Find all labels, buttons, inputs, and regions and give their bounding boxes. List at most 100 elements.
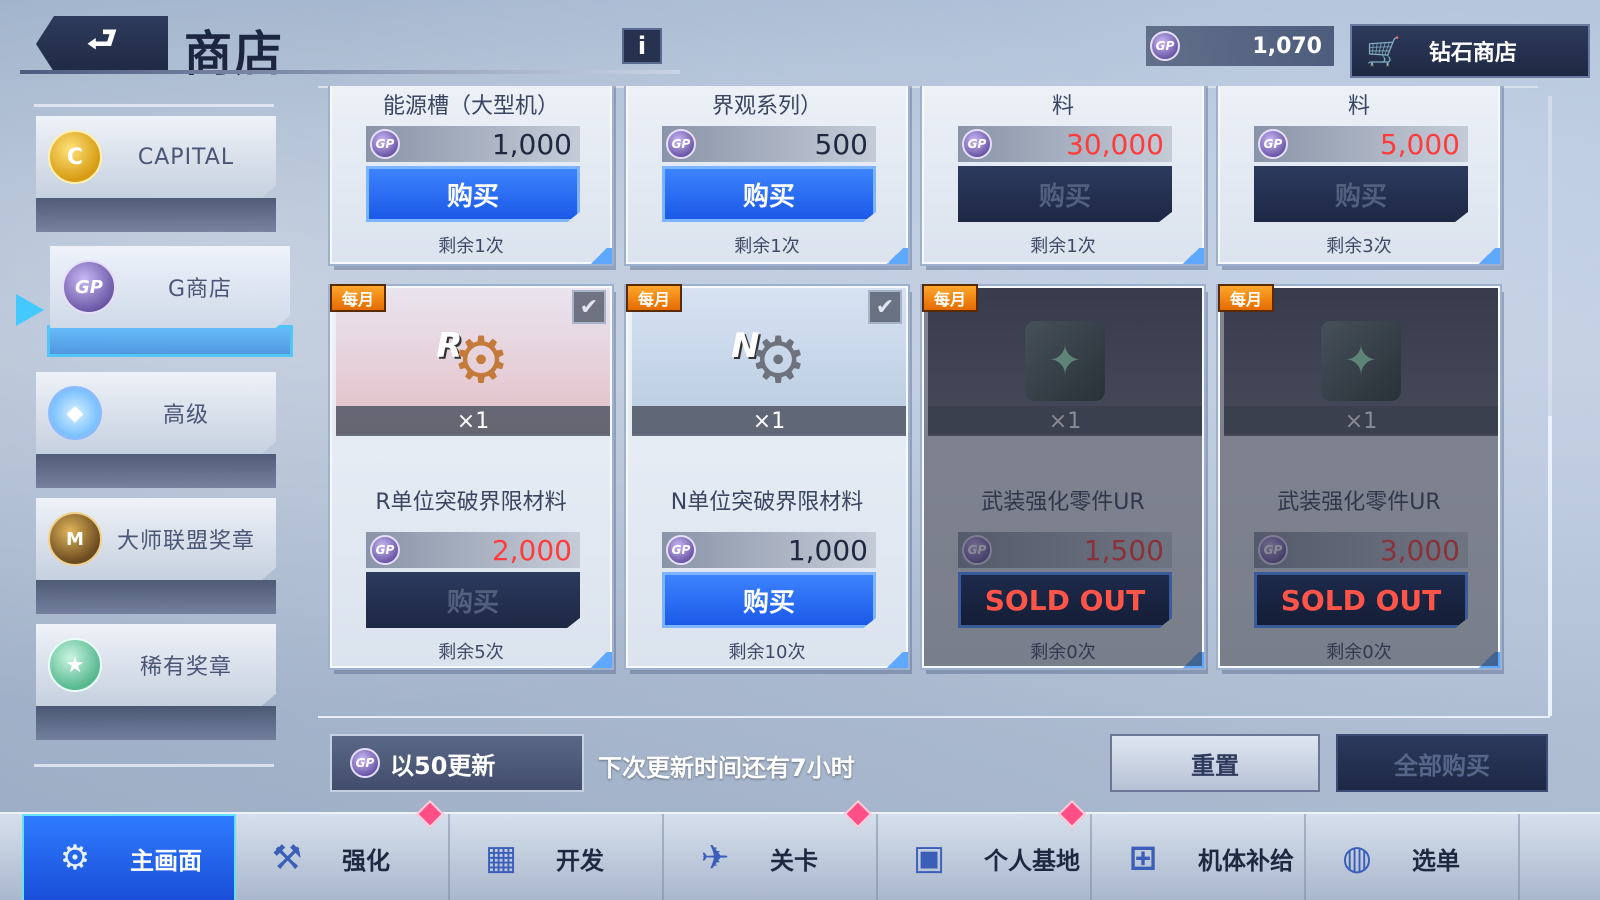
item-name: 料 [1347, 94, 1370, 119]
buy-button: 购买 [958, 166, 1172, 222]
sidebar-item-base [36, 580, 276, 614]
gp-coin-icon: GP [962, 129, 992, 159]
header: ⮐ 商店 i GP 1,070 🛒 钻石商店 [0, 0, 1600, 82]
nav-label: 开发 [556, 846, 604, 875]
card-corner-accent [1474, 652, 1500, 668]
select-checkbox[interactable]: ✔ [868, 290, 902, 324]
remaining-count: 剩余5次 [438, 642, 504, 663]
item-quantity: ×1 [928, 406, 1202, 436]
home-emblem-icon: ⚙ [59, 838, 91, 878]
buy-button[interactable]: 购买 [366, 166, 580, 222]
item-price: GP 2,000 [366, 532, 580, 568]
scrollbar-thumb[interactable] [1548, 416, 1552, 716]
gp-coin-icon: GP [1258, 129, 1288, 159]
sidebar-divider-top [34, 104, 274, 107]
sold-out-button: SOLD OUT [1254, 572, 1468, 628]
buy-button[interactable]: 购买 [662, 572, 876, 628]
supply-crate-icon: ⊞ [1128, 838, 1158, 878]
gear-icon: ⚙ [452, 324, 510, 398]
sidebar-item-base [36, 198, 276, 232]
price-value: 1,500 [1083, 533, 1164, 567]
card-corner-accent [882, 248, 908, 264]
menu-globe-icon: ◍ [1342, 838, 1372, 878]
nav-item-1[interactable]: ⚒ 强化 [236, 799, 450, 900]
shop-item-card: 界观系列） GP 500 购买 剩余1次 [626, 86, 908, 264]
base-building-icon: ▣ [912, 838, 946, 878]
nav-label: 主画面 [130, 846, 202, 875]
item-price: GP 1,000 [662, 532, 876, 568]
nav-item-2[interactable]: ▦ 开发 [450, 814, 664, 900]
card-corner-accent [586, 248, 612, 264]
buy-button: 购买 [366, 572, 580, 628]
info-button[interactable]: i [622, 28, 662, 64]
sidebar-item-4[interactable]: ★ 稀有奖章 [36, 624, 276, 740]
gp-coin-icon: GP [666, 535, 696, 565]
gear-icon: ⚙ [749, 324, 807, 398]
item-name: 武装强化零件UR [981, 490, 1145, 515]
gp-coin-icon: GP [62, 260, 116, 314]
currency-amount: 1,070 [1252, 33, 1322, 59]
nav-item-5[interactable]: ⊞ 机体补给 [1092, 814, 1306, 900]
capital-coin-icon: C [48, 130, 102, 184]
item-price: GP 1,500 [958, 532, 1172, 568]
gp-currency-display: GP 1,070 [1146, 26, 1334, 66]
gp-coin-icon: GP [1150, 31, 1180, 61]
gp-coin-icon: GP [1258, 535, 1288, 565]
card-corner-accent [1474, 248, 1500, 264]
sidebar-item-label: CAPITAL [137, 144, 235, 170]
sidebar-item-label: 大师联盟奖章 [116, 529, 255, 554]
buy-button[interactable]: 购买 [662, 166, 876, 222]
remaining-count: 剩余3次 [1326, 236, 1392, 257]
price-value: 1,000 [491, 127, 572, 161]
remaining-count: 剩余1次 [438, 236, 504, 257]
buy-all-button[interactable]: 全部购买 [1336, 734, 1548, 792]
sidebar-item-0[interactable]: C CAPITAL [36, 116, 276, 232]
sidebar-item-base [36, 454, 276, 488]
item-name: N单位突破界限材料 [670, 490, 864, 515]
item-price: GP 5,000 [1254, 126, 1468, 162]
controls-divider [318, 716, 1550, 718]
card-corner-accent [882, 652, 908, 668]
sidebar-item-base [47, 325, 293, 357]
remaining-count: 剩余1次 [1030, 236, 1096, 257]
shop-item-card: R ⚙ ×1 每月 ✔ R单位突破界限材料 GP 2,000 购买 剩余5次 [330, 284, 612, 668]
card-corner-accent [1178, 652, 1204, 668]
nav-label: 关卡 [770, 846, 818, 875]
sidebar-item-label: 稀有奖章 [139, 655, 232, 680]
nav-label: 选单 [1412, 846, 1460, 875]
item-price: GP 1,000 [366, 126, 580, 162]
grid-scrollbar[interactable] [1548, 96, 1552, 716]
price-value: 1,000 [787, 533, 868, 567]
item-quantity: ×1 [1224, 406, 1498, 436]
diamond-icon: ◆ [48, 386, 102, 440]
reset-button[interactable]: 重置 [1110, 734, 1320, 792]
shop-item-grid: 能源槽（大型机） GP 1,000 购买 剩余1次 界观系列） GP 500 购买 剩余1次料 GP… [318, 86, 1550, 706]
armor-part-emblem-icon: ✦ [1321, 321, 1401, 401]
sidebar-item-3[interactable]: M 大师联盟奖章 [36, 498, 276, 614]
nav-item-4[interactable]: ▣ 个人基地 [878, 799, 1092, 900]
nav-item-6[interactable]: ◍ 选单 [1306, 814, 1520, 900]
gp-coin-icon: GP [350, 748, 380, 778]
item-quantity: ×1 [632, 406, 906, 436]
diamond-shop-button[interactable]: 🛒 钻石商店 [1350, 24, 1590, 78]
nav-label: 强化 [342, 846, 390, 875]
sidebar-item-label: G商店 [167, 277, 233, 302]
remaining-count: 剩余10次 [728, 642, 806, 663]
select-checkbox[interactable]: ✔ [572, 290, 606, 324]
sidebar-item-1[interactable]: GP G商店 [47, 246, 293, 357]
shop-category-sidebar: C CAPITAL GP G商店 ◆ 高级 M 大师联盟奖章 ★ 稀有奖章 [16, 100, 293, 800]
rare-medal-icon: ★ [48, 638, 102, 692]
item-name: 武装强化零件UR [1277, 490, 1441, 515]
sidebar-item-2[interactable]: ◆ 高级 [36, 372, 276, 488]
gp-coin-icon: GP [370, 129, 400, 159]
item-name: 界观系列） [711, 94, 822, 119]
shop-item-card: 料 GP 5,000 购买 剩余3次 [1218, 86, 1500, 264]
refresh-button[interactable]: GP 以50更新 [330, 734, 584, 792]
nav-item-3[interactable]: ✈ 关卡 [664, 799, 878, 900]
shop-item-card: ✦ ×1 每月 武装强化零件UR GP 3,000 SOLD OUT 剩余0次 [1218, 284, 1500, 668]
item-name: 料 [1051, 94, 1074, 119]
back-button[interactable]: ⮐ [36, 16, 168, 72]
back-arrow-icon: ⮐ [86, 19, 118, 60]
nav-item-0[interactable]: ⚙ 主画面 [22, 814, 236, 900]
shop-item-card: 能源槽（大型机） GP 1,000 购买 剩余1次 [330, 86, 612, 264]
